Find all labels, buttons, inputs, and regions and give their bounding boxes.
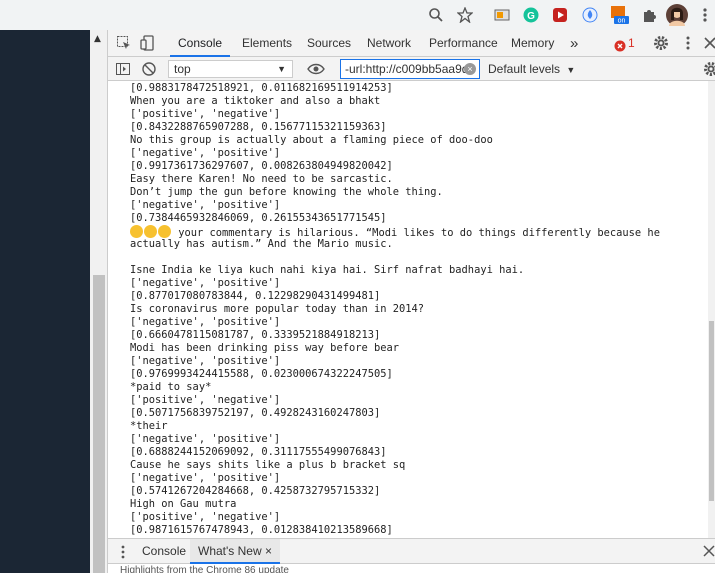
console-message: ['positive', 'negative'] <box>130 394 281 406</box>
console-message: Don’t jump the gun before knowing the wh… <box>130 186 443 198</box>
console-scrollbar[interactable] <box>708 81 715 568</box>
log-levels-dropdown[interactable]: Default levels ▼ <box>488 57 575 81</box>
drawer-tabbar: Console What's New × <box>108 538 715 564</box>
console-message: [0.9917361736297607, 0.00826380494982004… <box>130 160 393 172</box>
console-message: Isne India ke liya kuch nahi kiya hai. S… <box>130 264 525 276</box>
console-message: [0.9769993424415588, 0.02300067432224750… <box>130 368 393 380</box>
console-message: ['negative', 'positive'] <box>130 316 281 328</box>
console-message: ['positive', 'negative'] <box>130 511 281 523</box>
console-message: [0.5741267204284668, 0.4258732795715332] <box>130 485 381 497</box>
console-message: [0.9883178472518921, 0.01168216951191425… <box>130 82 393 94</box>
console-message: [0.5071756839752197, 0.4928243160247803] <box>130 407 381 419</box>
browser-toolbar: G on <box>0 0 715 30</box>
console-message: *their <box>130 420 168 432</box>
console-message: ['negative', 'positive'] <box>130 433 281 445</box>
chevron-down-icon: ▼ <box>566 65 576 75</box>
device-toggle-icon[interactable] <box>140 35 156 51</box>
zoom-icon[interactable] <box>426 5 446 25</box>
drawer-tab-whats-new-label: What's New <box>198 544 262 558</box>
filter-value: -url:http://c009bb5aa9db <box>345 62 476 76</box>
console-message: Modi has been drinking piss way before b… <box>130 342 399 354</box>
extension-tab-icon[interactable] <box>492 5 512 25</box>
close-tab-icon[interactable]: × <box>265 544 272 558</box>
extension-badge: on <box>618 18 626 25</box>
console-toolbar: top ▼ -url:http://c009bb5aa9db × Default… <box>108 57 715 81</box>
console-message: High on Gau mutra <box>130 498 237 510</box>
chrome-menu-icon[interactable] <box>695 5 715 25</box>
console-message: [0.6888244152069092, 0.31117555499076843… <box>130 446 387 458</box>
tab-elements[interactable]: Elements <box>242 30 292 57</box>
console-output[interactable]: [0.9883178472518921, 0.01168216951191425… <box>108 81 708 568</box>
drawer-tab-console[interactable]: Console <box>136 539 192 564</box>
error-count[interactable]: 1 <box>628 30 635 57</box>
tab-console[interactable]: Console <box>170 30 231 57</box>
drawer-menu-icon[interactable] <box>120 545 126 562</box>
console-message: ['positive', 'negative'] <box>130 108 281 120</box>
scroll-up-arrow-icon[interactable]: ▲ <box>94 34 101 44</box>
console-message: [0.877017080783844, 0.12298290431499481] <box>130 290 381 302</box>
tab-performance[interactable]: Performance <box>429 30 498 57</box>
clear-filter-icon[interactable]: × <box>464 63 476 75</box>
laughing-emoji-icon <box>144 225 157 238</box>
console-message: Is coronavirus more popular today than i… <box>130 303 425 315</box>
profile-avatar[interactable] <box>666 4 688 26</box>
page-scrollbar[interactable]: ▲ <box>90 30 108 573</box>
context-selector[interactable]: top ▼ <box>168 60 293 78</box>
context-value: top <box>174 62 191 76</box>
log-levels-label: Default levels <box>488 62 561 76</box>
drawer-tab-whats-new[interactable]: What's New × <box>190 539 280 564</box>
console-scrollbar-thumb[interactable] <box>709 321 714 501</box>
console-message: Easy there Karen! No need to be sarcasti… <box>130 173 393 185</box>
laughing-emoji-icon <box>130 225 143 238</box>
console-message: *paid to say* <box>130 381 212 393</box>
console-message: ['negative', 'positive'] <box>130 472 281 484</box>
shortcut-extension-icon[interactable]: on <box>609 5 629 25</box>
puzzle-extensions-icon[interactable] <box>639 5 659 25</box>
console-message: ['negative', 'positive'] <box>130 355 281 367</box>
tab-memory[interactable]: Memory <box>511 30 554 57</box>
console-message: [0.8432288765907288, 0.15677115321159363… <box>130 121 387 133</box>
more-tabs-chevron-icon[interactable]: » <box>570 30 578 57</box>
page-scrollbar-thumb[interactable] <box>93 275 105 573</box>
console-message: [0.9871615767478943, 0.01283841021358966… <box>130 524 393 536</box>
clear-console-icon[interactable] <box>141 61 157 80</box>
grammarly-icon[interactable]: G <box>521 5 541 25</box>
filter-input[interactable]: -url:http://c009bb5aa9db × <box>340 59 480 79</box>
live-expression-eye-icon[interactable] <box>307 61 325 80</box>
console-message: When you are a tiktoker and also a bhakt <box>130 95 381 107</box>
error-icon[interactable] <box>614 37 626 52</box>
console-message: Cause he says shits like a plus b bracke… <box>130 459 406 471</box>
devtools-tabbar: Console Elements Sources Network Perform… <box>108 30 715 57</box>
video-extension-icon[interactable] <box>550 5 570 25</box>
console-settings-gear-icon[interactable] <box>703 61 715 80</box>
console-message: ['negative', 'positive'] <box>130 147 281 159</box>
whats-new-content: Highlights from the Chrome 86 update <box>108 564 715 573</box>
inspect-element-icon[interactable] <box>116 35 132 51</box>
console-message: ['negative', 'positive'] <box>130 277 281 289</box>
svg-text:G: G <box>527 11 535 22</box>
droplet-extension-icon[interactable] <box>580 5 600 25</box>
tab-network[interactable]: Network <box>367 30 411 57</box>
settings-gear-icon[interactable] <box>653 35 669 51</box>
sidebar-toggle-icon[interactable] <box>115 61 131 80</box>
console-message: your commentary is hilarious. “Modi like… <box>130 225 660 239</box>
console-message: actually has autism.” And the Mario musi… <box>130 238 393 250</box>
whats-new-heading: Highlights from the Chrome 86 update <box>120 565 289 573</box>
devtools-menu-icon[interactable] <box>680 35 696 51</box>
laughing-emoji-icon <box>158 225 171 238</box>
close-drawer-icon[interactable] <box>702 544 715 561</box>
close-devtools-icon[interactable] <box>702 35 715 51</box>
page-content-area <box>0 30 90 573</box>
devtools-panel: Console Elements Sources Network Perform… <box>108 30 715 573</box>
bookmark-star-icon[interactable] <box>455 5 475 25</box>
console-message: [0.6660478115081787, 0.3339521884918213] <box>130 329 381 341</box>
chevron-down-icon: ▼ <box>277 64 286 74</box>
tab-sources[interactable]: Sources <box>307 30 351 57</box>
console-message: ['negative', 'positive'] <box>130 199 281 211</box>
console-message: [0.7384465932846069, 0.26155343651771545… <box>130 212 387 224</box>
console-message: No this group is actually about a flamin… <box>130 134 493 146</box>
